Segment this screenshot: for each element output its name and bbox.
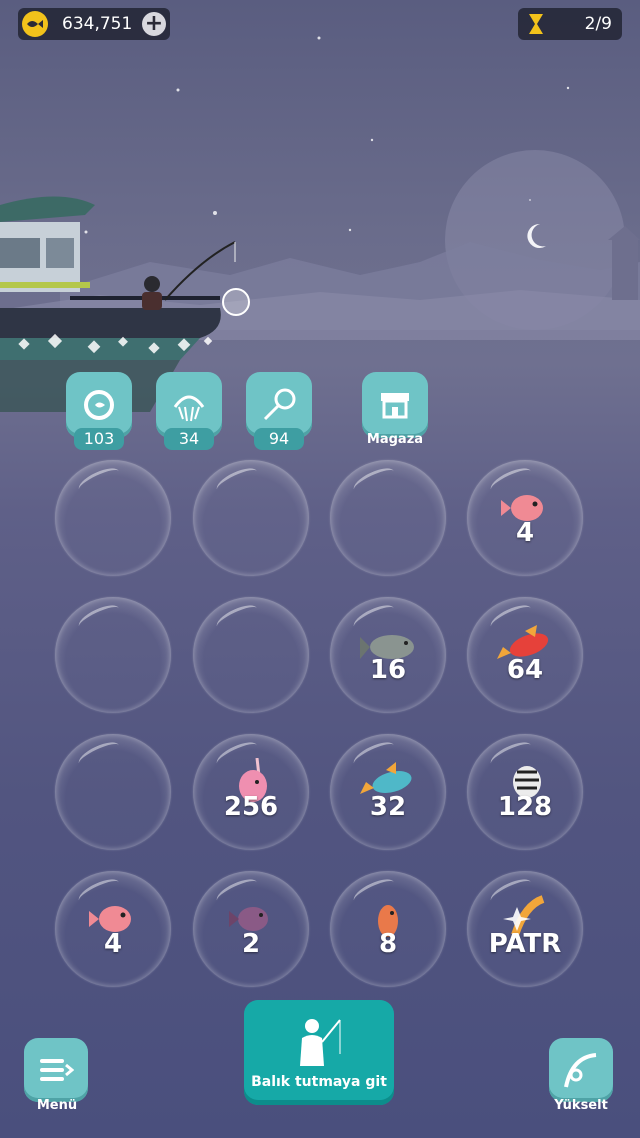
fisherman-icon [300,1019,341,1066]
fish-level-label: 16 [369,655,407,685]
bubble-slot[interactable]: PATR [467,871,583,987]
fish-level-label: 4 [515,518,535,548]
fishing-rod-icon [564,1053,597,1088]
lighthouse-icon [608,226,640,300]
fish-level-label: 2 [241,929,261,959]
fish-level-label: 32 [369,792,407,822]
bubble-slot[interactable] [193,597,309,713]
store-button[interactable] [362,372,428,438]
bubble-slot[interactable] [55,597,171,713]
menu-button[interactable] [24,1038,88,1102]
bubble-slot[interactable]: 4 [55,871,171,987]
level-progress: 2/9 [584,14,612,34]
store-icon [381,393,409,419]
bubble-slot[interactable]: 64 [467,597,583,713]
level-counter: 2/9 [518,8,622,40]
bubble-slot[interactable]: 4 [467,460,583,576]
recycle-count: 103 [74,428,124,450]
bubble-slot[interactable] [55,460,171,576]
recycle-icon [84,390,114,420]
bubble-slot[interactable] [330,460,446,576]
fish-level-label: 8 [378,929,398,959]
bubble-slot[interactable]: 16 [330,597,446,713]
store-label: Magaza [366,432,424,447]
fish-level-label: 128 [497,792,553,822]
net-icon [173,395,205,422]
fish-coin-icon [22,11,48,37]
coin-counter: 634,751 + [18,8,170,40]
bubble-slot[interactable] [55,734,171,850]
scoop-net-icon [263,388,296,421]
bubble-slot[interactable]: 128 [467,734,583,850]
bubble-slot[interactable] [193,460,309,576]
coin-amount: 634,751 [62,14,133,34]
bobber-icon [222,288,250,316]
fish-level-label: 4 [103,929,123,959]
menu-label: Menü [36,1098,78,1113]
add-coins-button[interactable]: + [142,12,166,36]
go-fishing-label: Balık tutmaya git [251,1074,387,1090]
fisherman-icon [142,276,162,310]
bubble-slot[interactable]: 8 [330,871,446,987]
fish-level-label: PATR [488,929,562,959]
net-count: 34 [164,428,214,450]
upgrade-button[interactable] [549,1038,613,1102]
fish-level-label: 256 [223,792,279,822]
go-fishing-button[interactable]: Balık tutmaya git [244,1000,394,1105]
hourglass-icon [529,14,543,34]
fish-level-label: 64 [506,655,544,685]
scoop-net-count: 94 [254,428,304,450]
fishing-scene [0,36,640,412]
bubble-slot[interactable]: 32 [330,734,446,850]
menu-icon [40,1059,74,1081]
bubble-slot[interactable]: 2 [193,871,309,987]
bubble-slot[interactable]: 256 [193,734,309,850]
upgrade-label: Yükselt [554,1098,608,1113]
